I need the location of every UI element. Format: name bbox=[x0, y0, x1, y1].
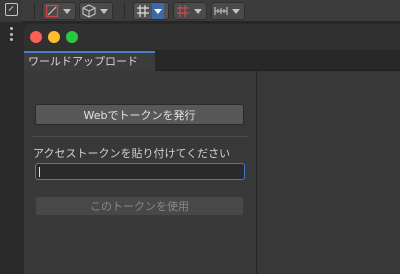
box-icon bbox=[80, 3, 98, 19]
increment-snap-icon bbox=[174, 3, 192, 19]
issue-token-button[interactable]: Webでトークンを発行 bbox=[35, 104, 244, 125]
world-upload-window: ワールドアップロード Webでトークンを発行 アクセストークンを貼り付けてくださ… bbox=[24, 24, 400, 274]
gizmo-icon bbox=[43, 3, 61, 19]
gizmo-toggle-button[interactable] bbox=[42, 2, 76, 20]
side-strip bbox=[0, 22, 24, 274]
chevron-down-icon[interactable] bbox=[192, 3, 204, 19]
toolbar-separator bbox=[124, 3, 125, 19]
maximize-window-button[interactable] bbox=[66, 31, 78, 43]
grid-snap-button[interactable] bbox=[133, 2, 169, 20]
token-field-label: アクセストークンを貼り付けてください bbox=[33, 147, 231, 160]
grid-snap-icon bbox=[134, 3, 152, 19]
access-token-input[interactable] bbox=[36, 168, 244, 183]
chevron-down-icon[interactable] bbox=[98, 3, 110, 19]
toolbar-separator bbox=[34, 3, 35, 19]
divider bbox=[32, 136, 248, 137]
more-options-icon[interactable] bbox=[9, 27, 13, 41]
right-pane bbox=[257, 71, 400, 274]
window-titlebar[interactable] bbox=[24, 24, 400, 50]
tab-world-upload[interactable]: ワールドアップロード bbox=[24, 51, 155, 71]
close-window-button[interactable] bbox=[30, 31, 42, 43]
chevron-down-icon[interactable] bbox=[152, 3, 164, 19]
scene-view-button[interactable] bbox=[0, 0, 22, 22]
screen: ワールドアップロード Webでトークンを発行 アクセストークンを貼り付けてくださ… bbox=[0, 0, 400, 274]
editor-toolbar bbox=[0, 0, 400, 22]
shading-mode-button[interactable] bbox=[79, 2, 113, 20]
use-token-button[interactable]: このトークンを使用 bbox=[35, 196, 244, 216]
scene-view-icon bbox=[5, 3, 18, 16]
ruler-icon bbox=[212, 3, 230, 19]
increment-snap-button[interactable] bbox=[173, 2, 207, 20]
upload-panel: Webでトークンを発行 アクセストークンを貼り付けてください このトークンを使用 bbox=[24, 71, 256, 274]
access-token-input-wrapper[interactable] bbox=[35, 163, 245, 183]
text-cursor bbox=[39, 167, 40, 177]
chevron-down-icon[interactable] bbox=[230, 3, 242, 19]
tab-bar: ワールドアップロード bbox=[24, 50, 400, 71]
ruler-button[interactable] bbox=[211, 2, 245, 20]
chevron-down-icon[interactable] bbox=[61, 3, 73, 19]
minimize-window-button[interactable] bbox=[48, 31, 60, 43]
